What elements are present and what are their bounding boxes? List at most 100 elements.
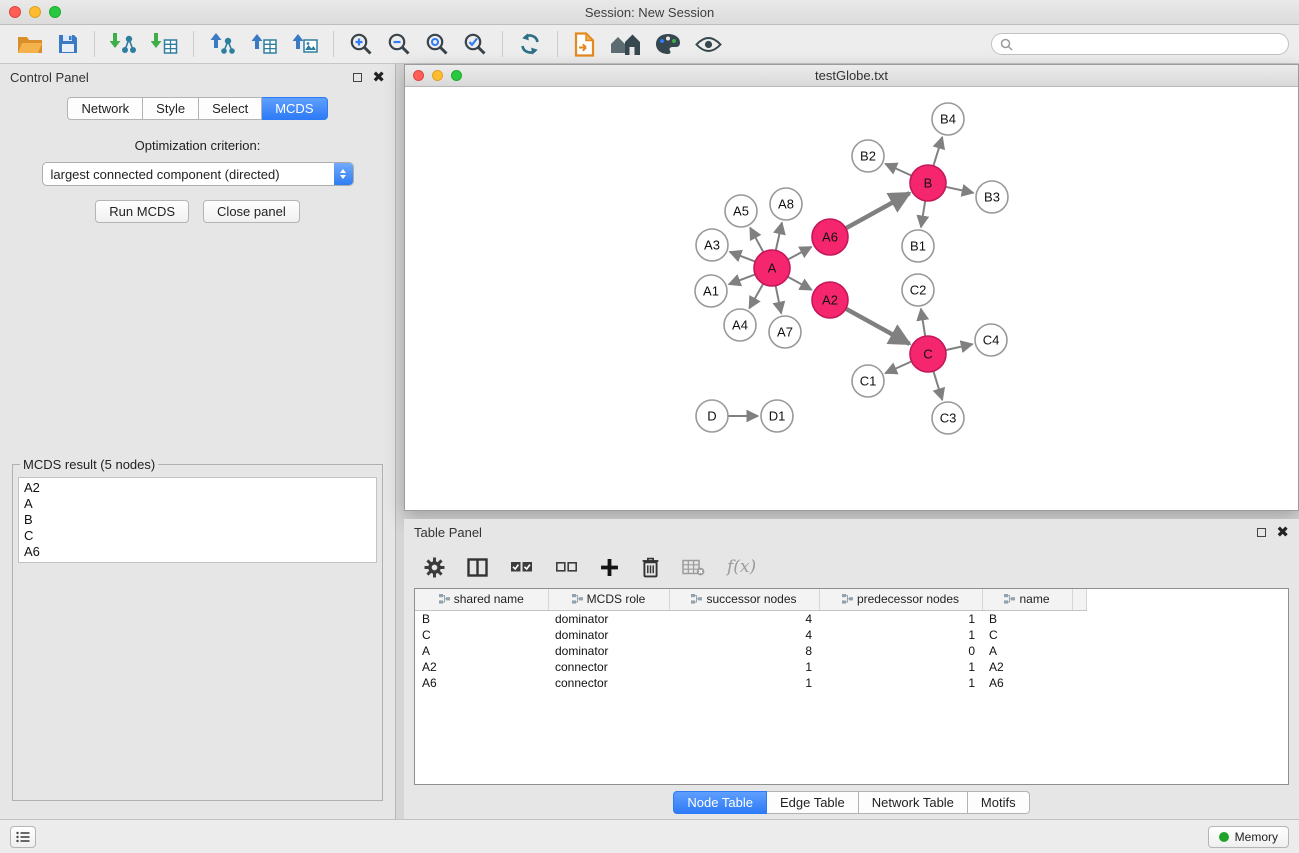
tab-mcds[interactable]: MCDS [262,97,327,120]
network-node-A5[interactable]: A5 [725,195,757,227]
table-row-a2[interactable]: A2connector11A2 [415,659,1086,675]
close-panel-icon[interactable]: ✖ [372,73,385,82]
network-edge-C-C1[interactable] [885,361,911,373]
network-edge-B-B1[interactable] [921,201,925,227]
table-tab-motifs[interactable]: Motifs [968,791,1030,814]
export-network-button[interactable] [202,30,243,58]
mcds-result-item-b[interactable]: B [24,512,371,528]
refresh-view-button[interactable] [511,30,549,58]
zoom-in-button[interactable] [342,30,380,58]
network-node-B3[interactable]: B3 [976,181,1008,213]
network-node-A6[interactable]: A6 [812,219,848,255]
network-node-C[interactable]: C [910,336,946,372]
select-all-button[interactable] [504,558,539,576]
network-node-D[interactable]: D [696,400,728,432]
table-tab-edge-table[interactable]: Edge Table [767,791,859,814]
network-node-C2[interactable]: C2 [902,274,934,306]
node-table[interactable]: shared nameMCDS rolesuccessor nodesprede… [414,588,1289,785]
close-panel-button[interactable]: Close panel [203,200,300,223]
search-box[interactable] [991,33,1289,55]
network-node-D1[interactable]: D1 [761,400,793,432]
network-overview-button[interactable] [603,31,648,58]
network-edge-B-B4[interactable] [933,137,942,166]
import-table-button[interactable] [144,30,185,58]
network-node-A8[interactable]: A8 [770,188,802,220]
network-edge-B-B2[interactable] [885,164,911,176]
search-input[interactable] [1018,37,1280,51]
table-row-c[interactable]: Cdominator41C [415,627,1086,643]
task-history-button[interactable] [10,826,36,848]
close-table-panel-icon[interactable]: ✖ [1276,528,1289,537]
network-node-B[interactable]: B [910,165,946,201]
table-settings-button[interactable] [418,555,451,580]
network-edge-A-A1[interactable] [729,274,755,284]
column-layout-button[interactable] [461,556,494,579]
network-node-A7[interactable]: A7 [769,316,801,348]
tab-select[interactable]: Select [199,97,262,120]
network-edge-C-C4[interactable] [946,344,973,350]
import-file-button[interactable] [566,30,603,59]
table-tab-node-table[interactable]: Node Table [673,791,767,814]
network-node-A[interactable]: A [754,250,790,286]
mcds-result-item-c[interactable]: C [24,528,371,544]
table-row-b[interactable]: Bdominator41B [415,610,1086,627]
network-node-A2[interactable]: A2 [812,282,848,318]
network-node-A1[interactable]: A1 [695,275,727,307]
tab-network[interactable]: Network [67,97,143,120]
zoom-fit-button[interactable] [418,30,456,58]
style-palette-button[interactable] [648,31,688,57]
network-graph[interactable]: B4 B2 B B3 A5 A8 A6 B1 A3 A C2 A1 A2 A4 A7 C4 C C1 C3 D D1 [405,87,1298,509]
float-table-panel-icon[interactable] [1257,528,1266,537]
table-tab-network-table[interactable]: Network Table [859,791,968,814]
network-edge-A-A6[interactable] [788,247,812,260]
delete-column-button[interactable] [635,555,666,580]
memory-button[interactable]: Memory [1208,826,1289,848]
mcds-result-item-a[interactable]: A [24,496,371,512]
import-network-button[interactable] [103,30,144,58]
export-table-button[interactable] [243,30,284,58]
network-edge-A-A5[interactable] [750,228,763,253]
network-node-C3[interactable]: C3 [932,402,964,434]
column-header-MCDS-role[interactable]: MCDS role [548,589,669,610]
run-mcds-button[interactable]: Run MCDS [95,200,189,223]
tab-style[interactable]: Style [143,97,199,120]
table-row-a[interactable]: Adominator80A [415,643,1086,659]
network-canvas[interactable]: B4 B2 B B3 A5 A8 A6 B1 A3 A C2 A1 A2 A4 A7 C4 C C1 C3 D D1 [405,87,1298,510]
network-edge-A-A2[interactable] [788,277,812,290]
network-node-A4[interactable]: A4 [724,309,756,341]
mcds-result-item-a2[interactable]: A2 [24,480,371,496]
network-node-B1[interactable]: B1 [902,230,934,262]
network-edge-A2-C[interactable] [846,309,910,344]
mcds-result-item-a6[interactable]: A6 [24,544,371,560]
network-node-B2[interactable]: B2 [852,140,884,172]
criterion-dropdown[interactable]: largest connected component (directed) [42,162,354,186]
network-node-A3[interactable]: A3 [696,229,728,261]
network-node-B4[interactable]: B4 [932,103,964,135]
network-edge-B-B3[interactable] [946,187,974,193]
column-header-shared-name[interactable]: shared name [415,589,548,610]
zoom-selected-button[interactable] [456,30,494,58]
network-edge-A6-B[interactable] [846,193,910,228]
show-graphics-details-button[interactable] [688,34,729,55]
column-header-successor-nodes[interactable]: successor nodes [669,589,819,610]
float-panel-icon[interactable] [353,73,362,82]
export-image-button[interactable] [284,30,325,58]
open-file-button[interactable] [10,31,50,57]
network-edge-A-A8[interactable] [776,223,782,251]
add-column-button[interactable] [594,556,625,579]
delete-table-button[interactable] [676,557,711,578]
network-edge-A-A7[interactable] [776,286,782,314]
network-node-C4[interactable]: C4 [975,324,1007,356]
column-header-predecessor-nodes[interactable]: predecessor nodes [819,589,982,610]
network-edge-A-A3[interactable] [730,252,756,262]
function-builder-button[interactable]: f(x) [721,555,762,579]
network-node-C1[interactable]: C1 [852,365,884,397]
network-edge-C-C3[interactable] [933,371,942,400]
network-edge-C-C2[interactable] [921,309,925,336]
save-session-button[interactable] [50,31,86,57]
column-header-name[interactable]: name [982,589,1072,610]
table-row-a6[interactable]: A6connector11A6 [415,675,1086,691]
network-edge-A-A4[interactable] [749,284,763,309]
zoom-out-button[interactable] [380,30,418,58]
deselect-all-button[interactable] [549,558,584,576]
